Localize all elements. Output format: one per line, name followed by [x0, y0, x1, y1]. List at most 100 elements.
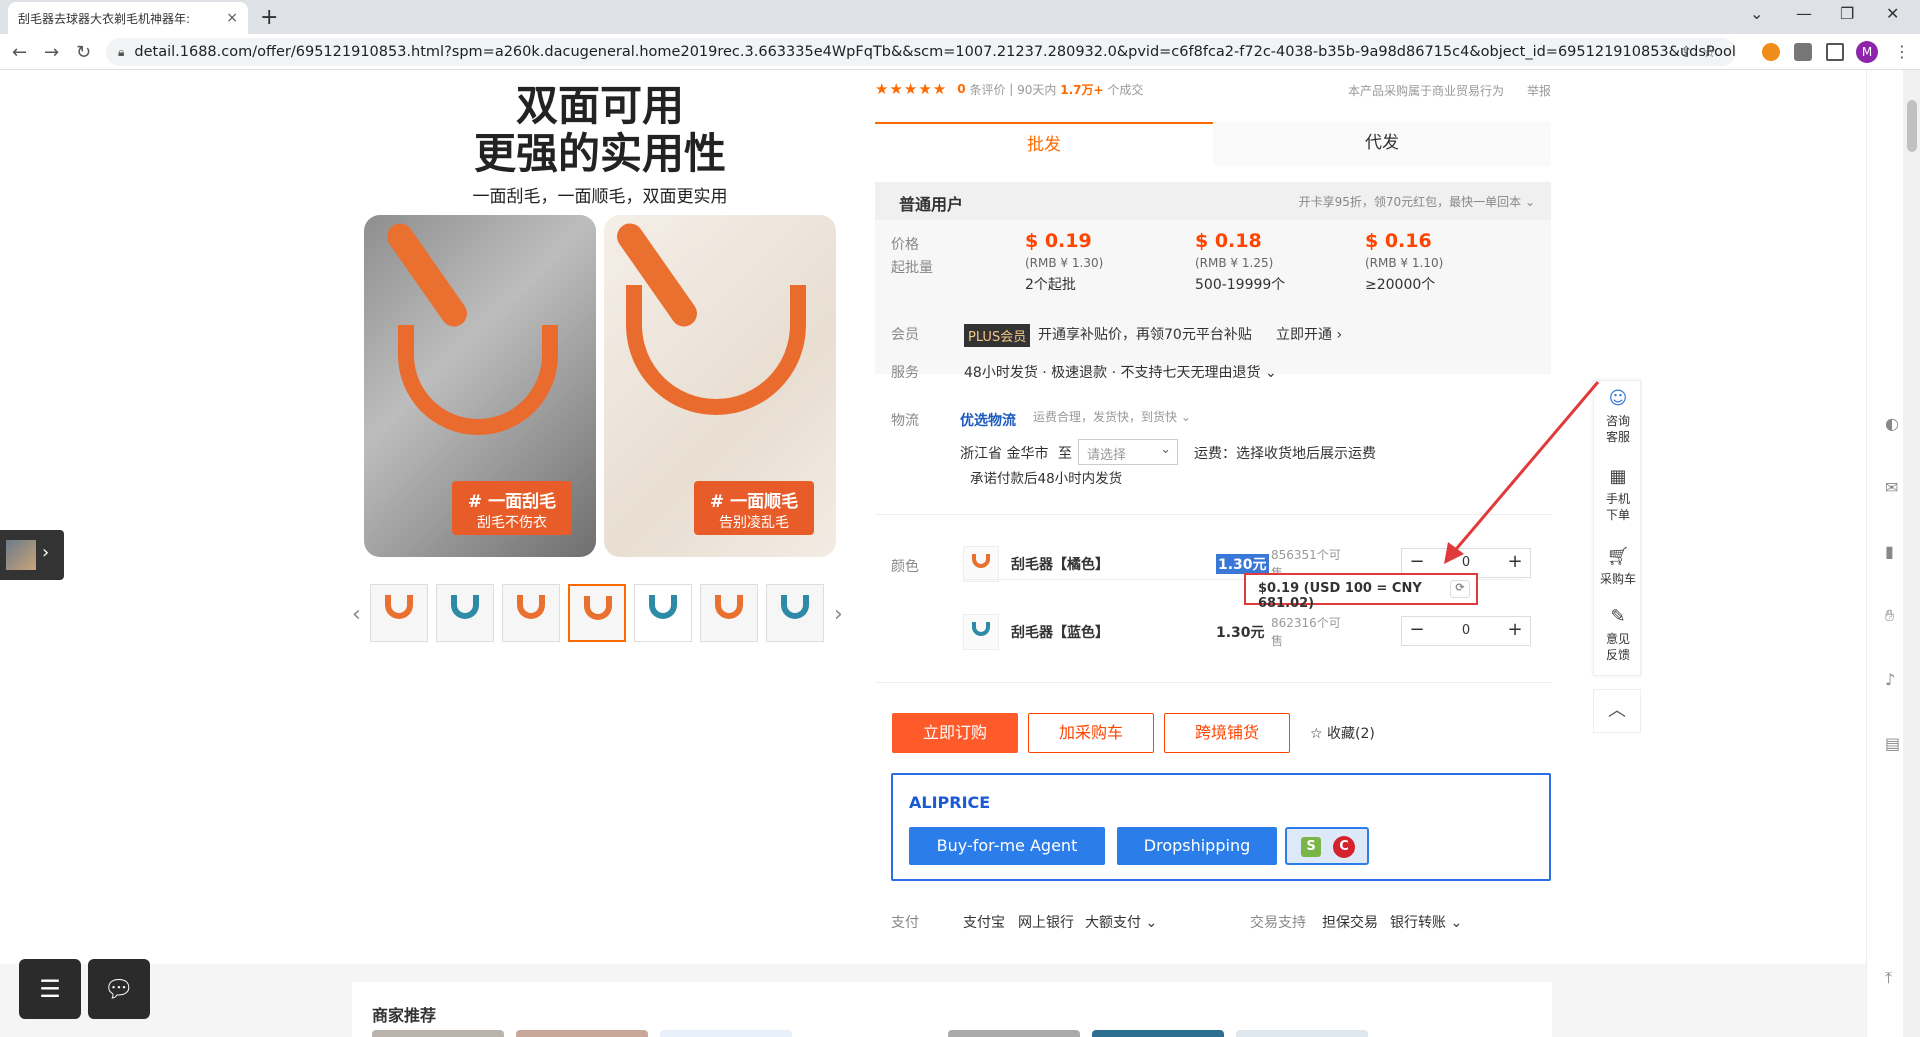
- quantity-value[interactable]: 0: [1432, 623, 1500, 638]
- payment-large[interactable]: 大额支付 ⌄: [1085, 912, 1157, 932]
- thumbnail-selected[interactable]: [568, 584, 626, 642]
- sku-name: 刮毛器【蓝色】: [1011, 625, 1109, 641]
- product-main-image[interactable]: 双面可用 更强的实用性 一面刮毛，一面顺毛，双面更实用 # 一面刮毛 刮毛不伤衣…: [360, 70, 840, 560]
- scrollbar-track[interactable]: [1903, 70, 1920, 1037]
- shopify-icon[interactable]: S: [1301, 837, 1321, 857]
- trade-support-label: 交易支持: [1250, 915, 1306, 931]
- document-icon[interactable]: ▤: [1885, 734, 1900, 753]
- menu-kebab-icon[interactable]: ⋮: [1894, 42, 1910, 61]
- minimize-icon[interactable]: —: [1796, 4, 1812, 23]
- review-count[interactable]: 0: [957, 82, 965, 96]
- order-now-button[interactable]: 立即订购: [892, 713, 1018, 753]
- logistics-brand: 优选物流: [960, 413, 1016, 429]
- image-headline-1: 双面可用: [515, 81, 684, 130]
- consult-service-button[interactable]: ☺ 咨询 客服: [1594, 389, 1642, 445]
- period-label: 90天内: [1017, 82, 1057, 97]
- tier-moq: 2个起批: [1025, 277, 1076, 293]
- platform-c-icon[interactable]: C: [1333, 836, 1355, 858]
- refresh-rate-icon[interactable]: ⟳: [1450, 580, 1470, 598]
- member-open-link[interactable]: 立即开通 ›: [1276, 324, 1342, 344]
- bell-icon[interactable]: ♪: [1885, 670, 1895, 689]
- service-text[interactable]: 48小时发货 · 极速退款 · 不支持七天无理由退货 ⌄: [964, 362, 1277, 382]
- new-tab-icon[interactable]: +: [260, 5, 278, 30]
- tab-dropship[interactable]: 代发: [1213, 122, 1551, 166]
- increase-button[interactable]: +: [1500, 619, 1530, 640]
- consult-label: 咨询 客服: [1605, 414, 1630, 444]
- thumbnail[interactable]: [502, 584, 560, 642]
- chevron-down-icon: ⌄: [1160, 442, 1171, 457]
- logistics-desc[interactable]: 运费合理，发货快，到货快 ⌄: [1033, 408, 1191, 425]
- floating-image-toggle[interactable]: ›: [0, 530, 64, 580]
- bottom-menu-button[interactable]: ☰: [19, 959, 81, 1019]
- mobile-order-button[interactable]: ▦ 手机 下单: [1594, 467, 1642, 523]
- tier-rmb: (RMB ¥ 1.10): [1365, 256, 1444, 270]
- recommend-thumb[interactable]: [372, 1030, 504, 1037]
- to-top-icon[interactable]: ⤒: [1885, 968, 1892, 988]
- thumbnail[interactable]: [700, 584, 758, 642]
- photo-white-fabric: # 一面顺毛 告别凌乱毛: [604, 215, 836, 557]
- rating-row: ★★★★★ 0 条评价 | 90天内 1.7万+ 个成交: [875, 80, 1144, 98]
- favorite-button[interactable]: ☆ 收藏(2): [1310, 723, 1375, 743]
- back-icon[interactable]: ←: [12, 42, 27, 63]
- recommend-thumb[interactable]: [948, 1030, 1080, 1037]
- info-icon[interactable]: ◐: [1885, 414, 1899, 433]
- merchant-recommend-section: 商家推荐: [352, 982, 1552, 1037]
- dropshipping-button[interactable]: Dropshipping: [1117, 827, 1277, 865]
- bookmark-star-icon[interactable]: ☆: [1703, 43, 1726, 61]
- restore-icon[interactable]: ❐: [1840, 4, 1854, 23]
- extension-aliprice-icon[interactable]: [1762, 43, 1780, 61]
- qr-code-icon: ▦: [1609, 466, 1627, 487]
- recommend-thumb[interactable]: [660, 1030, 792, 1037]
- thumbnail[interactable]: [436, 584, 494, 642]
- thumbnail[interactable]: [370, 584, 428, 642]
- forward-icon[interactable]: →: [44, 42, 59, 63]
- sidebar-icon[interactable]: [1826, 43, 1844, 61]
- back-to-top-button[interactable]: ︿: [1593, 689, 1641, 733]
- profile-avatar[interactable]: M: [1856, 41, 1878, 63]
- payment-alipay: 支付宝: [963, 915, 1005, 931]
- thumb-prev-icon[interactable]: ‹: [352, 602, 361, 627]
- card-promo-link[interactable]: 开卡享95折，领70元红包，最快一单回本 ⌄: [1299, 193, 1535, 210]
- tab-wholesale[interactable]: 批发: [875, 122, 1213, 166]
- tab-close-icon[interactable]: ×: [226, 10, 238, 26]
- recommend-thumb[interactable]: [1236, 1030, 1368, 1037]
- feedback-button[interactable]: ✎ 意见 反馈: [1594, 607, 1642, 663]
- bookmark-icon[interactable]: ▮: [1885, 542, 1894, 561]
- price-label: 价格: [891, 237, 919, 253]
- thumbnail[interactable]: [634, 584, 692, 642]
- browser-tab[interactable]: e 刮毛器去球器大衣剃毛机神器年: ×: [8, 2, 1334, 741]
- decrease-button[interactable]: −: [1402, 551, 1432, 572]
- recommend-thumb[interactable]: [516, 1030, 648, 1037]
- report-link[interactable]: 举报: [1527, 82, 1551, 99]
- cross-border-button[interactable]: 跨境铺货: [1164, 713, 1290, 753]
- url-input[interactable]: 🔒︎ detail.1688.com/offer/695121910853.ht…: [106, 38, 1736, 66]
- sku-thumbnail: [963, 546, 999, 582]
- share-icon[interactable]: ⇪: [1680, 43, 1703, 61]
- thumb-next-icon[interactable]: ›: [834, 602, 843, 627]
- reload-icon[interactable]: ↻: [76, 42, 91, 63]
- chat-button[interactable]: 💬︎: [88, 959, 150, 1019]
- hand-icon[interactable]: ✋︎: [1885, 606, 1894, 626]
- mobile-label: 手机 下单: [1605, 492, 1630, 522]
- mail-icon[interactable]: ✉: [1885, 478, 1898, 497]
- quantity-stepper[interactable]: − 0 +: [1401, 616, 1531, 646]
- plus-member-badge: PLUS会员: [964, 324, 1031, 347]
- thumbnail[interactable]: [766, 584, 824, 642]
- purchase-cart-button[interactable]: 🛒︎ 采购车: [1594, 547, 1642, 587]
- destination-select[interactable]: 请选择 ⌄: [1078, 439, 1178, 465]
- add-to-cart-button[interactable]: 加采购车: [1028, 713, 1154, 753]
- recommend-thumb[interactable]: [1092, 1030, 1224, 1037]
- quantity-value[interactable]: 0: [1432, 555, 1500, 570]
- sku-thumbnail: [963, 614, 999, 650]
- moq-label: 起批量: [891, 260, 933, 276]
- increase-button[interactable]: +: [1500, 551, 1530, 572]
- sold-label: 个成交: [1107, 82, 1144, 97]
- decrease-button[interactable]: −: [1402, 619, 1432, 640]
- close-window-icon[interactable]: ✕: [1886, 4, 1899, 23]
- tab-search-icon[interactable]: ⌄: [1750, 4, 1763, 23]
- review-label: 条评价: [969, 82, 1006, 97]
- buy-for-me-agent-button[interactable]: Buy-for-me Agent: [909, 827, 1105, 865]
- trade-bank-transfer[interactable]: 银行转账 ⌄: [1390, 912, 1462, 932]
- scrollbar-thumb[interactable]: [1907, 100, 1917, 152]
- extensions-puzzle-icon[interactable]: [1794, 43, 1812, 61]
